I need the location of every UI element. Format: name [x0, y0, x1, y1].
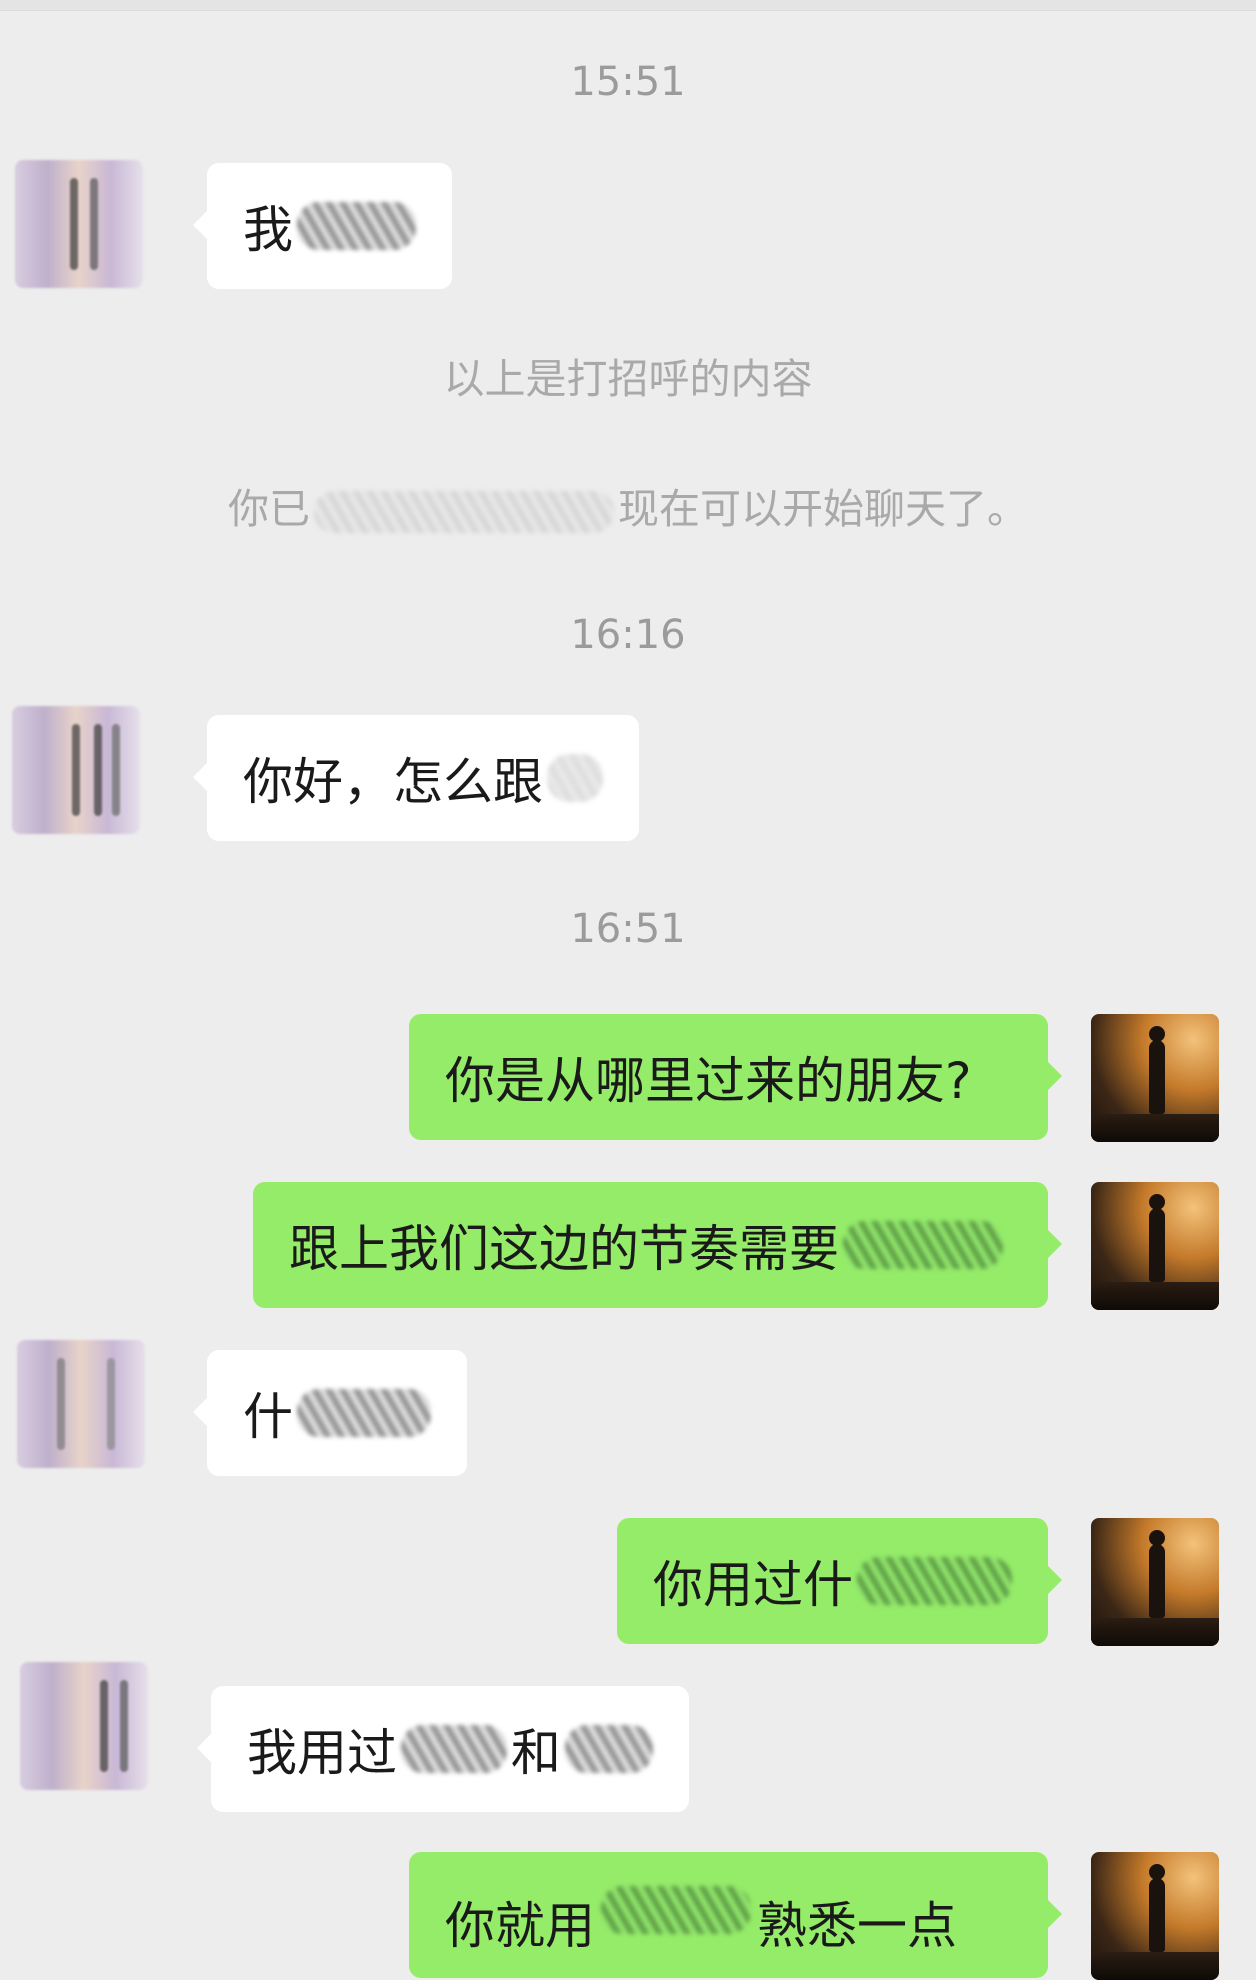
status-divider — [0, 0, 1256, 11]
incoming-message-bubble[interactable]: 我 — [193, 163, 452, 289]
message-text: 跟上我们这边的节奏需要 — [289, 1220, 839, 1278]
timestamp: 16:16 — [570, 612, 686, 658]
message-text: 我用过 — [247, 1724, 397, 1782]
message-text: 你用过什 — [653, 1556, 853, 1614]
redaction-mark — [297, 202, 416, 250]
user-avatar[interactable] — [1091, 1182, 1219, 1310]
redaction-mark — [401, 1725, 507, 1773]
incoming-message-bubble[interactable]: 我用过 和 — [197, 1686, 689, 1812]
redaction-mark — [314, 491, 614, 533]
incoming-message-bubble[interactable]: 你好，怎么跟 — [193, 715, 639, 841]
redaction-mark — [547, 754, 603, 802]
redaction-mark — [857, 1557, 1012, 1605]
contact-avatar[interactable] — [12, 706, 140, 834]
message-text: 我 — [243, 201, 293, 259]
redaction-mark — [843, 1221, 1003, 1269]
outgoing-message-bubble[interactable]: 你用过什 — [617, 1518, 1062, 1644]
message-text: 你是从哪里过来的朋友? — [445, 1052, 972, 1110]
redaction-mark — [564, 1725, 653, 1773]
system-notice-suffix: 现在可以开始聊天了。 — [618, 485, 1028, 533]
contact-avatar[interactable] — [20, 1662, 148, 1790]
outgoing-message-bubble[interactable]: 跟上我们这边的节奏需要 — [253, 1182, 1062, 1308]
message-text: 什 — [243, 1388, 293, 1446]
timestamp: 16:51 — [570, 906, 686, 952]
incoming-message-bubble[interactable]: 什 — [193, 1350, 467, 1476]
message-text: 熟悉一点 — [757, 1897, 957, 1955]
system-notice-prefix: 你已 — [228, 485, 310, 533]
outgoing-message-bubble[interactable]: 你是从哪里过来的朋友? — [409, 1014, 1062, 1140]
redaction-mark — [601, 1886, 751, 1934]
user-avatar[interactable] — [1091, 1014, 1219, 1142]
user-avatar[interactable] — [1091, 1518, 1219, 1646]
contact-avatar[interactable] — [15, 160, 143, 288]
outgoing-message-bubble[interactable]: 你就用 熟悉一点 — [409, 1852, 1062, 1978]
redaction-mark — [297, 1389, 431, 1437]
system-notice: 以上是打招呼的内容 — [443, 355, 813, 403]
timestamp: 15:51 — [570, 59, 686, 105]
message-text: 和 — [510, 1724, 561, 1782]
message-text: 你就用 — [445, 1897, 595, 1955]
message-text: 你好，怎么跟 — [243, 753, 543, 811]
user-avatar[interactable] — [1091, 1852, 1219, 1980]
system-notice: 你已 现在可以开始聊天了。 — [0, 484, 1256, 534]
contact-avatar[interactable] — [17, 1340, 145, 1468]
